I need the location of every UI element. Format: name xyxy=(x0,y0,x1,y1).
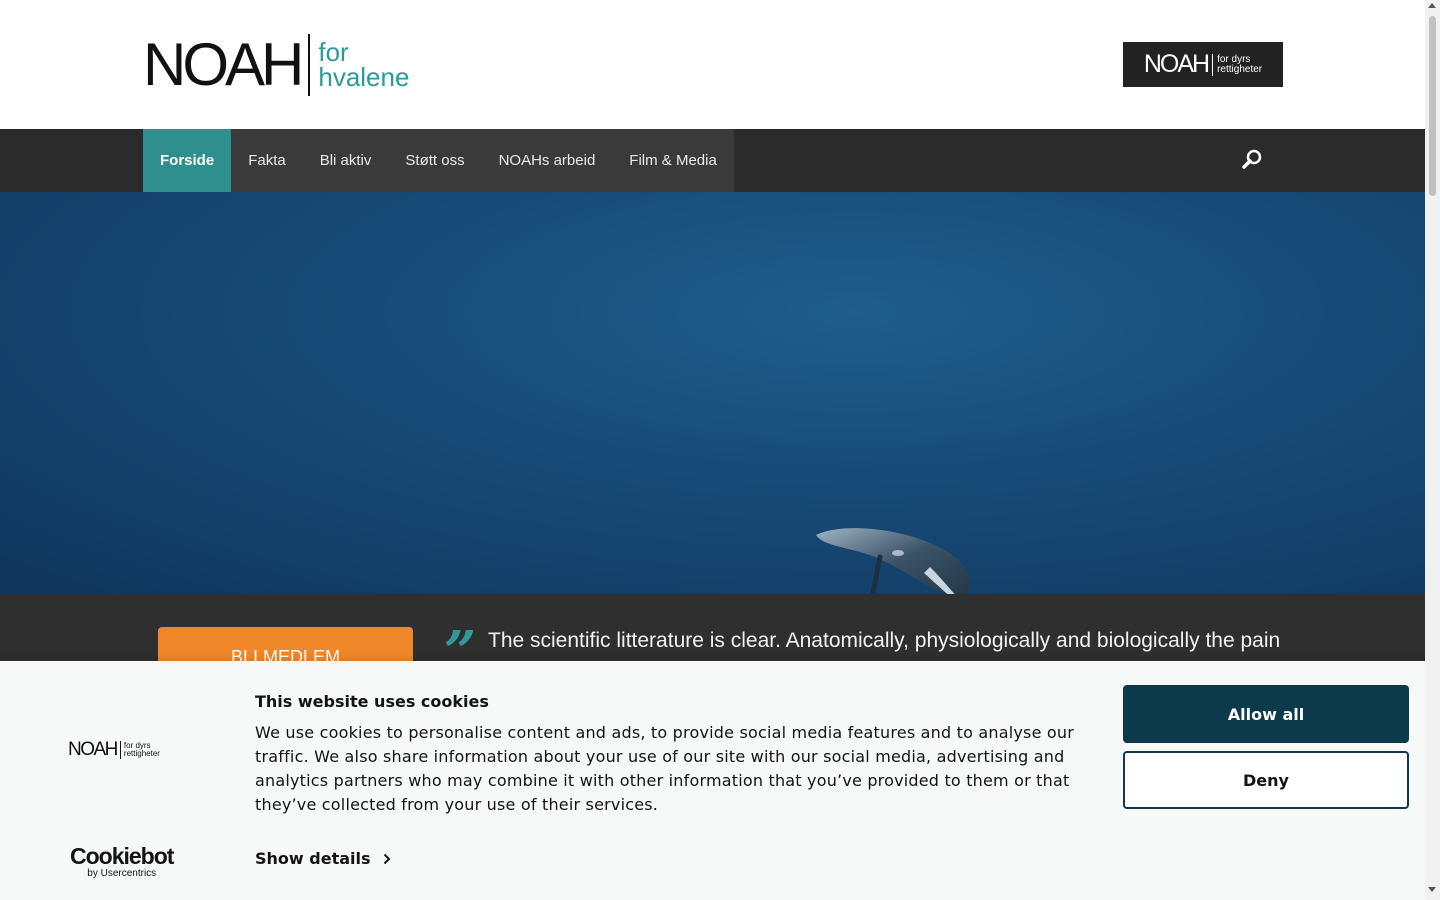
nav-item-forside[interactable]: Forside xyxy=(143,129,232,192)
show-details-label: Show details xyxy=(255,849,371,868)
scroll-up-arrow-icon[interactable] xyxy=(1428,3,1436,8)
partner-logo-divider xyxy=(1212,53,1214,76)
nav-list: Forside Fakta Bli aktiv Støtt oss NOAHs … xyxy=(143,129,734,192)
nav-item-film-media[interactable]: Film & Media xyxy=(612,129,734,192)
logo-main-text: NOAH xyxy=(143,30,304,98)
allow-all-button[interactable]: Allow all xyxy=(1123,685,1409,743)
cookiebot-logo-main: Cookiebot xyxy=(70,843,174,869)
cookie-logo-sub: for dyrs rettigheter xyxy=(124,742,160,758)
deny-button[interactable]: Deny xyxy=(1123,751,1409,809)
cookiebot-logo[interactable]: Cookiebot by Usercentrics xyxy=(70,843,174,880)
logo-divider xyxy=(308,33,311,96)
logo-sub-line2: hvalene xyxy=(318,61,410,92)
cookie-site-logo: NOAH for dyrs rettigheter xyxy=(68,739,160,761)
scroll-down-arrow-icon[interactable] xyxy=(1428,887,1436,892)
cookie-logo-sub-line2: rettigheter xyxy=(123,749,160,758)
nav-item-fakta[interactable]: Fakta xyxy=(231,129,303,192)
nav-item-noahs-arbeid[interactable]: NOAHs arbeid xyxy=(482,129,613,192)
whale-illustration xyxy=(816,528,971,594)
main-nav: Forside Fakta Bli aktiv Støtt oss NOAHs … xyxy=(0,129,1425,192)
cookiebot-logo-sub: by Usercentrics xyxy=(87,868,157,879)
scrollbar-thumb[interactable] xyxy=(1429,16,1436,196)
nav-item-stott-oss[interactable]: Støtt oss xyxy=(388,129,481,192)
cookie-text: We use cookies to personalise content an… xyxy=(255,723,1075,814)
page-scrollbar[interactable] xyxy=(1425,0,1440,900)
partner-logo-sub: for dyrs rettigheter xyxy=(1217,54,1263,75)
partner-logo-main: NOAH xyxy=(1143,50,1210,78)
search-icon xyxy=(1242,149,1262,169)
show-details-link[interactable]: Show details xyxy=(255,849,391,868)
site-header: NOAH for hvalene NOAH for dyrs rettighet… xyxy=(0,0,1425,129)
search-button[interactable] xyxy=(1238,145,1266,173)
quote-text: The scientific litterature is clear. Ana… xyxy=(488,629,1281,652)
cookie-logo-main: NOAH xyxy=(68,739,118,760)
partner-logo-sub-line2: rettigheter xyxy=(1217,63,1263,75)
partner-logo[interactable]: NOAH for dyrs rettigheter xyxy=(1123,42,1283,87)
nav-item-bli-aktiv[interactable]: Bli aktiv xyxy=(303,129,389,192)
page: NOAH for hvalene NOAH for dyrs rettighet… xyxy=(0,0,1440,900)
logo-sub-text: for hvalene xyxy=(318,39,410,92)
chevron-right-icon xyxy=(383,853,390,864)
hero-image xyxy=(0,192,1425,594)
cookie-title: This website uses cookies xyxy=(255,692,489,711)
site-logo[interactable]: NOAH for hvalene xyxy=(143,33,409,96)
cookie-logo-divider xyxy=(119,741,121,759)
